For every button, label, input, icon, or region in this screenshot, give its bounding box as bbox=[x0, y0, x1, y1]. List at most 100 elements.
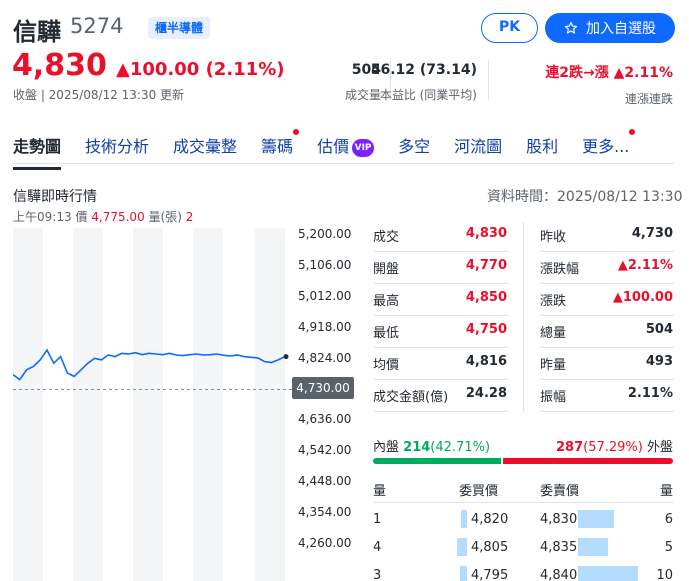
quote-row-divider bbox=[373, 379, 508, 380]
pk-button[interactable]: PK bbox=[481, 13, 538, 43]
y-tick-label: 4,636.00 bbox=[298, 412, 352, 427]
stat-value: 連2跌→漲 ▲2.11% bbox=[545, 65, 673, 81]
cursor-vol-label: 量(張) bbox=[148, 210, 182, 224]
quote-value: ▲2.11% bbox=[617, 258, 673, 273]
quote-value: 493 bbox=[645, 354, 673, 369]
tab-chart[interactable]: 走勢圖 bbox=[13, 133, 62, 170]
quote-label: 昨量 bbox=[540, 358, 567, 373]
quote-row-divider bbox=[540, 411, 675, 412]
y-tick-label: 4,824.00 bbox=[298, 350, 352, 365]
bid-volume: 1 bbox=[373, 512, 382, 527]
quote-value: 2.11% bbox=[627, 386, 673, 401]
quote-row-divider bbox=[373, 251, 508, 252]
tab-more[interactable]: 更多... bbox=[582, 129, 636, 170]
close-info: 收盤 | 2025/08/12 13:30 更新 bbox=[13, 88, 185, 102]
inner-label: 內盤 bbox=[373, 440, 400, 455]
bid-vol-header: 量 bbox=[373, 484, 387, 499]
quote-label: 漲跌 bbox=[540, 294, 567, 309]
notification-dot bbox=[629, 129, 636, 135]
y-tick-label: 4,918.00 bbox=[298, 319, 352, 334]
stat-value: 56.12 (73.14) bbox=[370, 62, 477, 78]
outer-volume: 287(57.29%) 外盤 bbox=[556, 436, 673, 455]
quote-column-divider bbox=[523, 222, 524, 412]
inner-bar bbox=[373, 458, 501, 464]
tab-technical[interactable]: 技術分析 bbox=[85, 133, 149, 170]
tab-divider bbox=[13, 163, 675, 164]
bid-price: 4,820 bbox=[471, 512, 509, 527]
outer-bar bbox=[503, 458, 673, 464]
bid-depth-bar bbox=[457, 538, 467, 556]
price-change: ▲100.00 (2.11%) bbox=[116, 59, 285, 80]
quote-row-divider bbox=[540, 251, 675, 252]
y-tick-label: 5,012.00 bbox=[298, 288, 352, 303]
ask-depth-bar bbox=[578, 538, 608, 556]
cursor-vol: 2 bbox=[185, 210, 194, 224]
quote-label: 最高 bbox=[373, 294, 400, 309]
stat-streak: 連2跌→漲 ▲2.11% 連漲連跌 bbox=[545, 62, 673, 107]
quote-label: 成交金額(億) bbox=[373, 390, 449, 405]
tab-long-short[interactable]: 多空 bbox=[398, 133, 430, 170]
quote-value: 4,850 bbox=[465, 290, 507, 305]
y-tick-label: 4,448.00 bbox=[298, 474, 352, 489]
quote-row-divider bbox=[373, 315, 508, 316]
quote-label: 成交 bbox=[373, 230, 400, 245]
bid-depth-bar bbox=[459, 566, 467, 581]
tab-trades[interactable]: 成交彙整 bbox=[173, 133, 237, 170]
section-title: 信驊即時行情 bbox=[13, 189, 97, 205]
bid-price: 4,805 bbox=[471, 540, 509, 555]
tab-valuation[interactable]: 估價 VIP bbox=[317, 133, 375, 170]
quote-label: 振幅 bbox=[540, 390, 567, 405]
cursor-info: 上午09:13 價 4,775.00 量(張) 2 bbox=[13, 208, 193, 225]
quote-label: 最低 bbox=[373, 326, 400, 341]
data-time: 資料時間：2025/08/12 13:30 bbox=[487, 189, 683, 205]
quote-row-divider bbox=[540, 315, 675, 316]
stock-code: 5274 bbox=[70, 14, 124, 38]
inner-value: 214 bbox=[403, 440, 431, 455]
stock-name: 信驊 bbox=[13, 18, 61, 46]
cursor-price: 4,775.00 bbox=[91, 210, 145, 224]
quote-label: 漲跌幅 bbox=[540, 262, 580, 277]
tab-river[interactable]: 河流圖 bbox=[454, 133, 502, 170]
y-tick-label: 5,200.00 bbox=[298, 227, 352, 241]
tab-chips[interactable]: 籌碼 bbox=[261, 129, 300, 170]
chart-stripe bbox=[133, 228, 163, 581]
y-tick-label: 4,260.00 bbox=[298, 536, 352, 550]
inner-pct: (42.71%) bbox=[430, 440, 491, 455]
orderbook-divider bbox=[373, 502, 673, 503]
intraday-chart[interactable] bbox=[13, 228, 295, 581]
stat-label: 連漲連跌 bbox=[624, 92, 673, 106]
y-tick-label: 5,106.00 bbox=[298, 257, 352, 272]
ask-volume: 10 bbox=[656, 568, 673, 581]
quote-value: ▲100.00 bbox=[612, 290, 673, 305]
quote-value: 4,730 bbox=[631, 226, 673, 241]
chart-stripe bbox=[13, 228, 43, 581]
quote-label: 開盤 bbox=[373, 262, 400, 277]
bid-price-header: 委買價 bbox=[459, 484, 499, 499]
y-tick-label: 4,542.00 bbox=[298, 443, 352, 458]
quote-label: 昨收 bbox=[540, 230, 567, 245]
quote-value: 24.28 bbox=[465, 386, 507, 401]
last-price-dot bbox=[283, 354, 289, 360]
quote-value: 4,816 bbox=[465, 354, 507, 369]
market-badge[interactable]: 櫃半導體 bbox=[148, 17, 211, 39]
ask-price: 4,835 bbox=[540, 540, 578, 555]
quote-label: 總量 bbox=[540, 326, 567, 341]
stat-divider bbox=[488, 60, 489, 100]
reference-price-label: 4,730.00 bbox=[292, 377, 354, 399]
cursor-time: 上午09:13 bbox=[13, 210, 72, 224]
add-watchlist-button[interactable]: 加入自選股 bbox=[545, 13, 675, 43]
ask-price: 4,840 bbox=[540, 568, 578, 581]
ask-volume: 5 bbox=[664, 540, 673, 555]
ask-price: 4,830 bbox=[540, 512, 578, 527]
quote-row-divider bbox=[540, 347, 675, 348]
outer-label: 外盤 bbox=[646, 440, 673, 455]
bid-depth-bar bbox=[461, 510, 467, 528]
notification-dot bbox=[293, 129, 300, 135]
ask-depth-bar bbox=[578, 510, 614, 528]
tab-dividend[interactable]: 股利 bbox=[526, 133, 558, 170]
quote-row-divider bbox=[373, 411, 508, 412]
bid-price: 4,795 bbox=[471, 568, 509, 581]
quote-row-divider bbox=[373, 283, 508, 284]
tab-bar: 走勢圖 技術分析 成交彙整 籌碼 估價 VIP 多空 河流圖 股利 更多... bbox=[13, 129, 636, 170]
bid-volume: 3 bbox=[373, 568, 382, 581]
